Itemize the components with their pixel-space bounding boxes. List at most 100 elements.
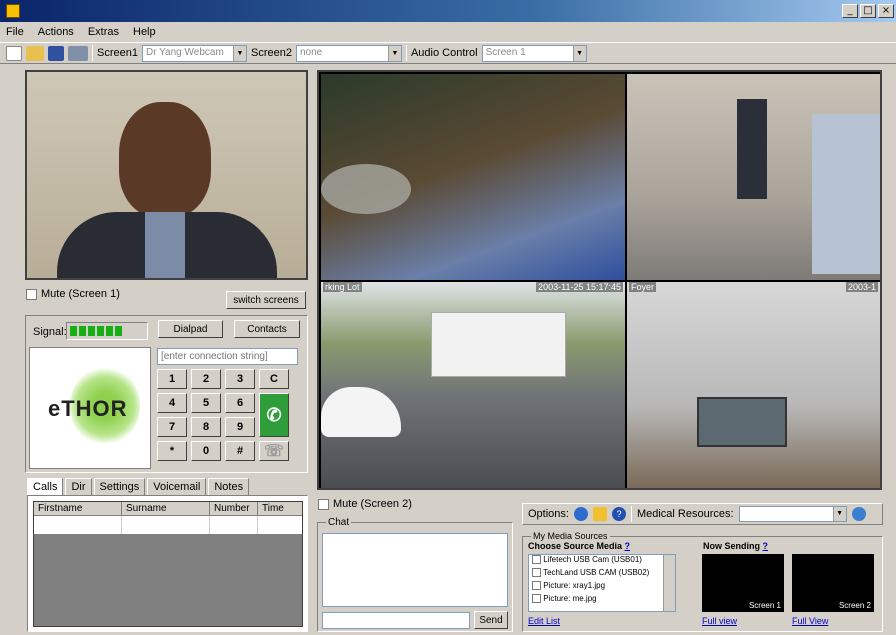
key-8[interactable]: 8 (191, 417, 221, 437)
left-tabs: Calls Dir Settings Voicemail Notes (27, 478, 250, 495)
tab-calls[interactable]: Calls (27, 478, 64, 495)
chevron-down-icon: ▼ (572, 45, 586, 61)
screen2-label: Screen2 (250, 47, 292, 59)
screen2-preview-label: Screen 2 (838, 601, 871, 610)
contacts-button[interactable]: Contacts (234, 320, 300, 338)
close-button[interactable]: × (878, 4, 894, 18)
key-4[interactable]: 4 (157, 393, 187, 413)
send-button[interactable]: Send (474, 611, 508, 629)
person-standing (737, 99, 767, 199)
maximize-button[interactable]: □ (860, 4, 876, 18)
window-controls: _ □ × (842, 4, 894, 18)
media-checkbox[interactable] (532, 594, 541, 604)
key-9[interactable]: 9 (225, 417, 255, 437)
tab-settings[interactable]: Settings (93, 478, 146, 495)
internet-explorer-icon[interactable] (573, 507, 588, 521)
chat-input[interactable] (322, 612, 470, 629)
cubicle-wall (812, 114, 880, 274)
calls-grid: Firstname Surname Number Time (33, 501, 303, 627)
call-phone-icon[interactable]: ✆ (259, 393, 289, 437)
full-view-screen1-link[interactable]: Full view (702, 616, 737, 626)
person-shirt (145, 212, 185, 278)
media-checkbox[interactable] (532, 555, 541, 565)
media-list-scrollbar[interactable] (663, 555, 675, 611)
column-number[interactable]: Number (210, 502, 258, 515)
signal-bar (106, 326, 113, 336)
new-file-icon[interactable] (6, 45, 22, 61)
menu-actions[interactable]: Actions (38, 26, 74, 38)
go-arrow-icon[interactable] (851, 507, 866, 521)
dialpad-button[interactable]: Dialpad (158, 320, 223, 338)
list-item[interactable]: Lifetech USB Cam (USB01) (529, 555, 675, 568)
now-sending-help-link[interactable]: ? (763, 541, 769, 551)
logo-text: eTHOR (48, 396, 128, 421)
title-bar: _ □ × (0, 0, 896, 22)
now-sending-screen1[interactable]: Screen 1 (702, 554, 784, 612)
key-2[interactable]: 2 (191, 369, 221, 389)
chat-group: Chat Send (317, 517, 513, 632)
switch-screens-button[interactable]: switch screens (226, 291, 306, 309)
connection-string-input[interactable] (157, 348, 298, 365)
mute-screen2-checkbox[interactable] (318, 498, 329, 510)
signal-bar (79, 326, 86, 336)
column-surname[interactable]: Surname (122, 502, 210, 515)
app-icon (6, 4, 20, 18)
save-icon[interactable] (48, 45, 64, 61)
column-firstname[interactable]: Firstname (34, 502, 122, 515)
mute-screen1[interactable]: Mute (Screen 1) (26, 288, 120, 300)
column-time[interactable]: Time (258, 502, 302, 515)
key-clear[interactable]: C (259, 369, 289, 389)
mute-screen1-checkbox[interactable] (26, 288, 37, 300)
tab-voicemail[interactable]: Voicemail (147, 478, 207, 495)
mute-screen2[interactable]: Mute (Screen 2) (318, 498, 412, 510)
medical-resources-select[interactable]: ▼ (738, 506, 847, 522)
media-checkbox[interactable] (532, 568, 541, 578)
menu-bar: File Actions Extras Help (0, 22, 896, 42)
truck-shape (431, 312, 566, 377)
open-folder-icon[interactable] (26, 45, 44, 61)
documents-icon[interactable] (592, 507, 607, 521)
screen1-select[interactable]: Dr Yang Webcam ▼ (141, 44, 247, 62)
key-hash[interactable]: # (225, 441, 255, 461)
full-view-screen2-link[interactable]: Full View (792, 616, 828, 626)
audio-control-select[interactable]: Screen 1 ▼ (481, 44, 587, 62)
now-sending-screen2[interactable]: Screen 2 (792, 554, 874, 612)
menu-extras[interactable]: Extras (88, 26, 119, 38)
tab-dir[interactable]: Dir (65, 478, 92, 495)
camera-timestamp: 2003-11-25 15:17:45 (536, 282, 623, 292)
key-star[interactable]: * (157, 441, 187, 461)
tab-notes[interactable]: Notes (208, 478, 250, 495)
key-6[interactable]: 6 (225, 393, 255, 413)
media-sources-group: My Media Sources Choose Source Media ? L… (522, 531, 883, 632)
edit-list-link[interactable]: Edit List (528, 616, 560, 626)
print-icon[interactable] (68, 45, 88, 61)
screen2-select[interactable]: none ▼ (295, 44, 402, 62)
dialpad-grid: 1 2 3 C 4 5 6 ✆ 7 8 9 * 0 # ☏ (157, 369, 302, 461)
list-item[interactable]: Picture: xray1.jpg (529, 581, 675, 594)
ethor-logo: eTHOR (29, 347, 151, 469)
help-icon[interactable]: ? (611, 507, 626, 521)
media-checkbox[interactable] (532, 581, 541, 591)
list-item[interactable]: Picture: me.jpg (529, 594, 675, 607)
minimize-button[interactable]: _ (842, 4, 858, 18)
menu-help[interactable]: Help (133, 26, 156, 38)
menu-file[interactable]: File (6, 26, 24, 38)
table-row[interactable] (34, 516, 302, 534)
toolbar-separator (405, 45, 407, 61)
key-0[interactable]: 0 (191, 441, 221, 461)
car-shape (321, 387, 401, 437)
key-1[interactable]: 1 (157, 369, 187, 389)
media-list[interactable]: Lifetech USB Cam (USB01) TechLand USB CA… (528, 554, 676, 612)
options-bar: Options: ? Medical Resources: ▼ (522, 503, 883, 525)
camera-feed-foyer: Foyer 2003-1 (627, 282, 880, 488)
key-7[interactable]: 7 (157, 417, 187, 437)
key-5[interactable]: 5 (191, 393, 221, 413)
camera-label: Foyer (629, 282, 657, 292)
list-item[interactable]: TechLand USB CAM (USB02) (529, 568, 675, 581)
choose-source-help-link[interactable]: ? (625, 541, 631, 551)
hangup-phone-icon[interactable]: ☏ (259, 441, 289, 461)
key-3[interactable]: 3 (225, 369, 255, 389)
chat-log[interactable] (322, 533, 508, 607)
toolbar: Screen1 Dr Yang Webcam ▼ Screen2 none ▼ Au… (0, 42, 896, 64)
now-sending-label: Now Sending ? (703, 541, 769, 551)
